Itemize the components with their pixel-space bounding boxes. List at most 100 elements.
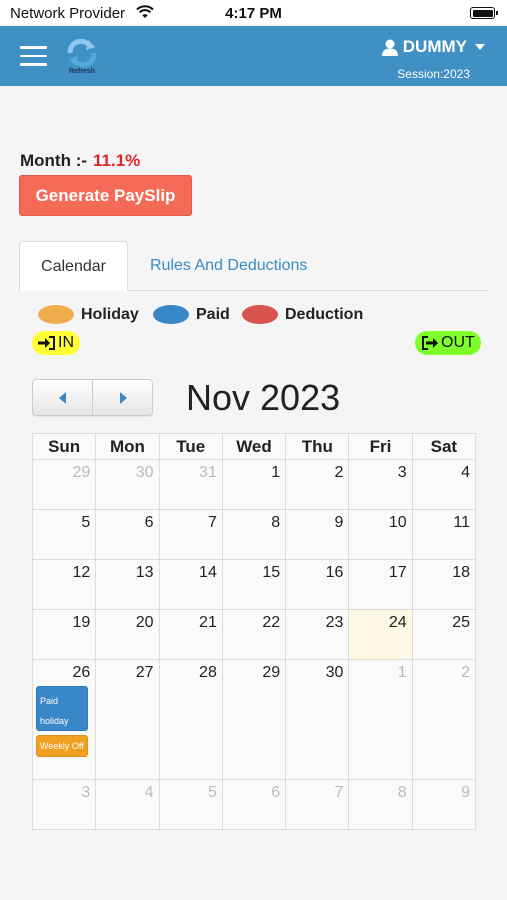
calendar-day[interactable]: 9 <box>285 509 350 560</box>
weekday-header-row: Sun Mon Tue Wed Thu Fri Sat <box>31 433 477 460</box>
calendar-day[interactable]: 1 <box>221 459 287 510</box>
paid-color-dot <box>153 305 189 324</box>
weekday-wed: Wed <box>221 433 287 460</box>
calendar-day[interactable]: 6 <box>95 509 160 560</box>
sign-in-icon <box>38 336 55 350</box>
holiday-color-dot <box>38 305 74 324</box>
calendar-day[interactable]: 19 <box>31 609 97 660</box>
calendar-day[interactable]: 27 <box>95 659 160 780</box>
calendar-day[interactable]: 25 <box>411 609 477 660</box>
status-time: 4:17 PM <box>225 5 282 22</box>
calendar-day[interactable]: 9 <box>411 779 477 830</box>
out-label: OUT <box>441 334 475 351</box>
weekday-sun: Sun <box>31 433 97 460</box>
weekday-sat: Sat <box>411 433 477 460</box>
hamburger-menu-icon[interactable] <box>20 46 47 66</box>
legend-deduction-label: Deduction <box>285 305 364 323</box>
calendar-day[interactable]: 3 <box>348 459 413 510</box>
calendar-day[interactable]: 4 <box>411 459 477 510</box>
weekday-fri: Fri <box>348 433 413 460</box>
calendar-day[interactable]: 7 <box>158 509 223 560</box>
legend-deduction: Deduction <box>242 305 363 324</box>
refresh-label: Refresh <box>68 68 96 75</box>
calendar-day[interactable]: 21 <box>158 609 223 660</box>
refresh-button[interactable]: Refresh <box>64 38 100 75</box>
chevron-down-icon <box>475 44 485 50</box>
next-month-button[interactable] <box>92 380 152 415</box>
status-bar: Network Provider 4:17 PM <box>0 0 507 26</box>
battery-icon <box>470 7 498 19</box>
calendar-day[interactable]: 8 <box>221 509 287 560</box>
event-weekly-off[interactable]: Weekly Off <box>36 735 89 757</box>
calendar-day[interactable]: 2 <box>285 459 350 510</box>
calendar-day[interactable]: 16 <box>285 559 350 610</box>
calendar-week: 26 Paid holiday Weekly Off 27 28 29 30 1… <box>31 659 477 780</box>
month-value: 11.1% <box>93 151 141 170</box>
calendar-day[interactable]: 7 <box>285 779 350 830</box>
calendar-week: 29 30 31 1 2 3 4 <box>31 459 477 510</box>
app-header: Refresh DUMMY Session:2023 <box>0 26 507 86</box>
calendar-day[interactable]: 23 <box>285 609 350 660</box>
legend-paid-label: Paid <box>196 305 230 323</box>
calendar-day[interactable]: 5 <box>31 509 97 560</box>
calendar-day[interactable]: 29 <box>31 459 97 510</box>
calendar-day[interactable]: 12 <box>31 559 97 610</box>
legend-paid: Paid <box>153 305 230 324</box>
weekday-thu: Thu <box>285 433 350 460</box>
calendar-title: Nov 2023 <box>186 377 341 418</box>
user-icon <box>381 39 398 56</box>
calendar-day[interactable]: 6 <box>221 779 287 830</box>
calendar-day[interactable]: 3 <box>31 779 97 830</box>
calendar-day[interactable]: 8 <box>348 779 413 830</box>
calendar-day[interactable]: 13 <box>95 559 160 610</box>
refresh-icon <box>67 38 97 68</box>
month-summary: Month :- 11.1% <box>20 151 140 171</box>
calendar-day[interactable]: 31 <box>158 459 223 510</box>
calendar-day[interactable]: 5 <box>158 779 223 830</box>
chevron-right-icon <box>119 391 127 404</box>
calendar-day[interactable]: 29 <box>221 659 287 780</box>
in-label: IN <box>58 334 74 351</box>
calendar-day[interactable]: 30 <box>285 659 350 780</box>
calendar-day-number: 26 <box>72 664 91 681</box>
calendar-day-today[interactable]: 24 <box>348 609 413 660</box>
out-badge: OUT <box>415 331 481 355</box>
deduction-color-dot <box>242 305 278 324</box>
calendar-day[interactable]: 10 <box>348 509 413 560</box>
tab-rules-and-deductions[interactable]: Rules And Deductions <box>150 241 307 291</box>
calendar-grid: Sun Mon Tue Wed Thu Fri Sat 29 30 31 1 2… <box>31 433 477 830</box>
calendar-week: 12 13 14 15 16 17 18 <box>31 559 477 610</box>
calendar-day[interactable]: 30 <box>95 459 160 510</box>
calendar-week: 19 20 21 22 23 24 25 <box>31 609 477 660</box>
calendar-day[interactable]: 20 <box>95 609 160 660</box>
generate-payslip-button[interactable]: Generate PaySlip <box>19 175 192 216</box>
calendar-day[interactable]: 22 <box>221 609 287 660</box>
calendar-day[interactable]: 1 <box>348 659 413 780</box>
tab-calendar[interactable]: Calendar <box>19 241 128 291</box>
prev-month-button[interactable] <box>33 380 92 415</box>
calendar-day[interactable]: 4 <box>95 779 160 830</box>
calendar-day[interactable]: 11 <box>411 509 477 560</box>
calendar-day[interactable]: 15 <box>221 559 287 610</box>
calendar-week: 3 4 5 6 7 8 9 <box>31 779 477 830</box>
user-menu-dropdown[interactable]: DUMMY <box>381 37 485 57</box>
calendar-day[interactable]: 14 <box>158 559 223 610</box>
chevron-left-icon <box>58 391 66 404</box>
calendar-day[interactable]: 17 <box>348 559 413 610</box>
calendar-day[interactable]: 28 <box>158 659 223 780</box>
weekday-tue: Tue <box>158 433 223 460</box>
calendar-day[interactable]: 2 <box>411 659 477 780</box>
calendar-week: 5 6 7 8 9 10 11 <box>31 509 477 560</box>
calendar-day[interactable]: 18 <box>411 559 477 610</box>
event-paid-holiday[interactable]: Paid holiday <box>36 686 89 731</box>
weekday-mon: Mon <box>95 433 160 460</box>
sign-out-icon <box>422 336 438 350</box>
session-label: Session:2023 <box>397 67 470 81</box>
legend-holiday: Holiday <box>38 305 139 324</box>
month-label: Month :- <box>20 151 88 170</box>
legend-holiday-label: Holiday <box>81 305 139 323</box>
in-badge: IN <box>32 331 80 355</box>
calendar-day-with-events[interactable]: 26 Paid holiday Weekly Off <box>31 659 97 780</box>
user-name: DUMMY <box>402 37 467 56</box>
calendar-nav <box>32 379 153 416</box>
